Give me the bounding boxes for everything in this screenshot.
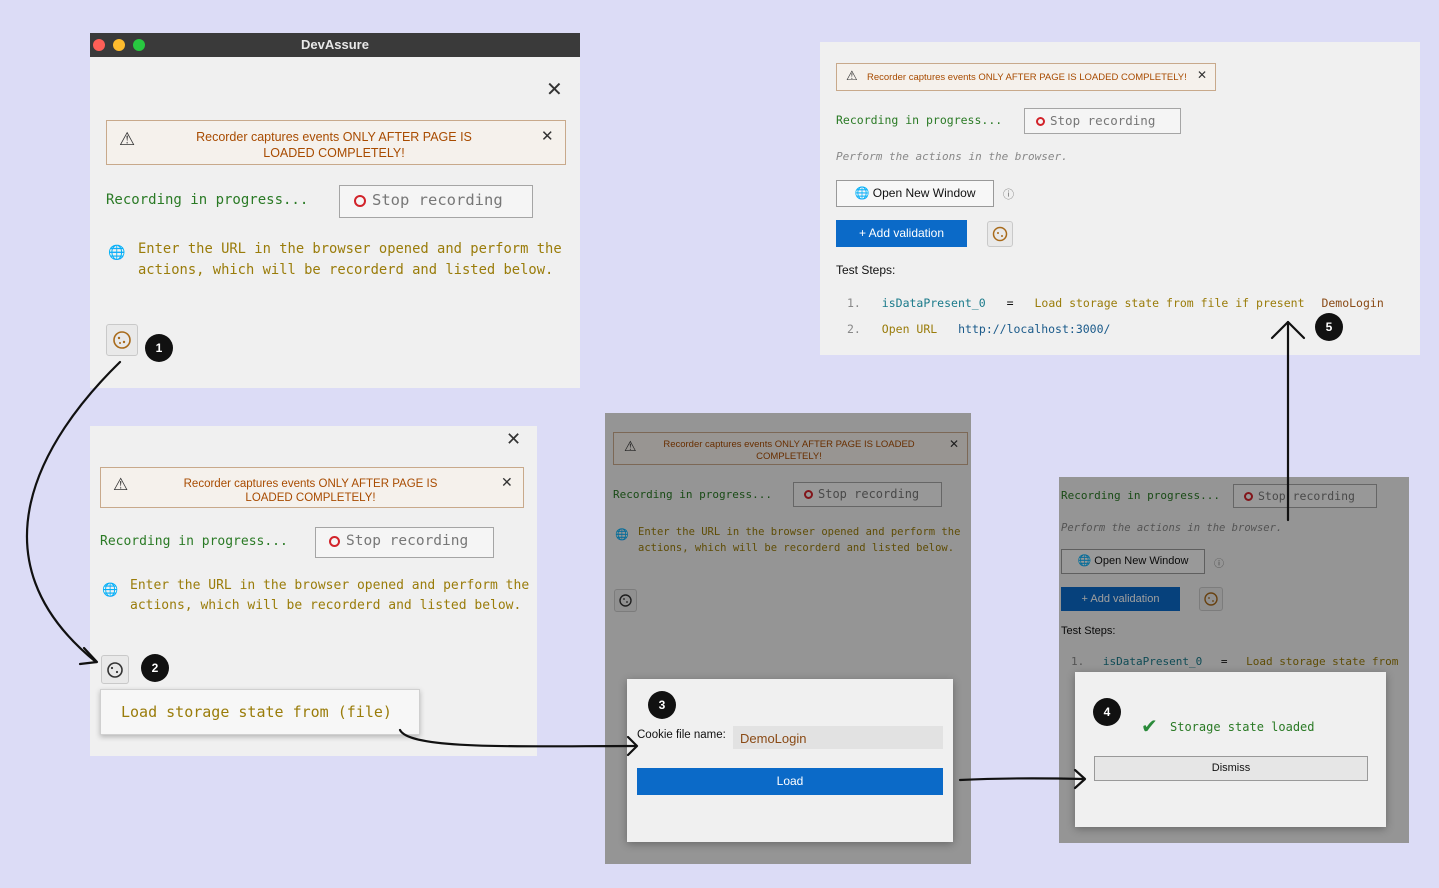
cookie-button[interactable]: [101, 655, 129, 684]
recording-status: Recording in progress...: [836, 113, 1003, 127]
step-action: Load storage state from file if present: [1034, 296, 1305, 310]
step-number: 2.: [847, 322, 861, 336]
dismiss-button[interactable]: Dismiss: [1094, 756, 1368, 781]
load-button[interactable]: Load: [637, 768, 943, 795]
minimize-window-dot[interactable]: [113, 39, 125, 51]
step-badge-1: 1: [145, 334, 173, 362]
warning-banner: ⚠ Recorder captures events ONLY AFTER PA…: [106, 120, 566, 165]
cookie-button[interactable]: [106, 324, 138, 356]
warning-icon: ⚠: [119, 129, 136, 149]
record-icon: [1036, 117, 1045, 126]
check-icon: ✔: [1141, 716, 1158, 738]
step-equals: =: [1006, 296, 1014, 310]
close-window-dot[interactable]: [93, 39, 105, 51]
warning-text: Recorder captures events ONLY AFTER PAGE…: [867, 72, 1187, 83]
perform-hint: Perform the actions in the browser.: [836, 150, 1068, 163]
window-titlebar: DevAssure: [90, 33, 580, 57]
warning-banner: ⚠ Recorder captures events ONLY AFTER PA…: [100, 467, 524, 508]
recorder-panel-final: ⚠ Recorder captures events ONLY AFTER PA…: [820, 42, 1420, 355]
record-icon: [354, 194, 366, 207]
test-steps-label: Test Steps:: [836, 263, 896, 277]
stop-recording-label: Stop recording: [346, 533, 469, 549]
warning-banner: ⚠ Recorder captures events ONLY AFTER PA…: [836, 63, 1216, 91]
open-new-window-button[interactable]: 🌐 Open New Window: [836, 180, 994, 207]
stop-recording-button[interactable]: Stop recording: [315, 527, 494, 558]
load-storage-menu-item[interactable]: Load storage state from (file): [100, 689, 420, 735]
window-title: DevAssure: [301, 37, 369, 52]
instructions-text: Enter the URL in the browser opened and …: [138, 241, 562, 278]
plus-icon: +: [858, 226, 869, 240]
warning-close-icon[interactable]: ✕: [541, 127, 554, 145]
step-argument: DemoLogin: [1321, 296, 1384, 310]
warning-close-icon[interactable]: ✕: [501, 474, 513, 491]
warning-close-icon[interactable]: ✕: [1197, 68, 1207, 82]
close-panel-icon[interactable]: ✕: [506, 429, 521, 450]
add-validation-label: Add validation: [868, 226, 945, 240]
recorder-panel-menu: ✕ ⚠ Recorder captures events ONLY AFTER …: [90, 426, 537, 756]
warning-text: Recorder captures events ONLY AFTER PAGE…: [196, 130, 472, 160]
step-badge-5: 5: [1315, 313, 1343, 341]
load-storage-label: Load storage state from (file): [121, 703, 392, 721]
step-argument: http://localhost:3000/: [958, 322, 1111, 336]
cookie-file-input[interactable]: DemoLogin: [733, 726, 943, 749]
add-validation-button[interactable]: + Add validation: [836, 220, 967, 247]
recording-status: Recording in progress...: [106, 192, 309, 208]
recording-status: Recording in progress...: [100, 534, 288, 549]
warning-icon: ⚠: [846, 68, 858, 83]
stop-recording-label: Stop recording: [1050, 113, 1156, 128]
step-badge-2: 2: [141, 654, 169, 682]
cookie-icon: [992, 226, 1008, 242]
step-badge-3: 3: [648, 691, 676, 719]
warning-text: Recorder captures events ONLY AFTER PAGE…: [183, 478, 438, 505]
cookie-file-value: DemoLogin: [740, 731, 807, 746]
step-variable: isDataPresent_0: [881, 296, 986, 310]
cookie-file-label: Cookie file name:: [637, 729, 726, 741]
stop-recording-button[interactable]: Stop recording: [1024, 108, 1181, 134]
open-new-window-label: Open New Window: [872, 186, 976, 200]
test-step-row: 1. isDataPresent_0 = Load storage state …: [847, 296, 1384, 310]
record-icon: [329, 535, 340, 547]
storage-loaded-message: Storage state loaded: [1170, 720, 1315, 734]
step-number: 1.: [847, 296, 861, 310]
step-action: Open URL: [881, 322, 938, 336]
storage-loaded-dialog: ✔ Storage state loaded Dismiss: [1075, 672, 1386, 827]
stop-recording-label: Stop recording: [372, 191, 503, 209]
stop-recording-button[interactable]: Stop recording: [339, 185, 533, 218]
warning-icon: ⚠: [113, 475, 129, 494]
instructions-text: Enter the URL in the browser opened and …: [130, 578, 530, 613]
cookie-icon: [113, 331, 131, 349]
globe-icon: 🌐: [108, 244, 126, 260]
test-step-row: 2. Open URL http://localhost:3000/: [847, 322, 1110, 336]
cookie-icon: [107, 662, 123, 678]
zoom-window-dot[interactable]: [133, 39, 145, 51]
globe-icon: 🌐: [854, 186, 873, 200]
close-panel-icon[interactable]: ✕: [546, 77, 563, 102]
step-badge-4: 4: [1093, 698, 1121, 726]
globe-icon: 🌐: [102, 582, 119, 597]
cookie-button[interactable]: [987, 221, 1013, 247]
info-icon[interactable]: ⓘ: [1003, 186, 1014, 202]
